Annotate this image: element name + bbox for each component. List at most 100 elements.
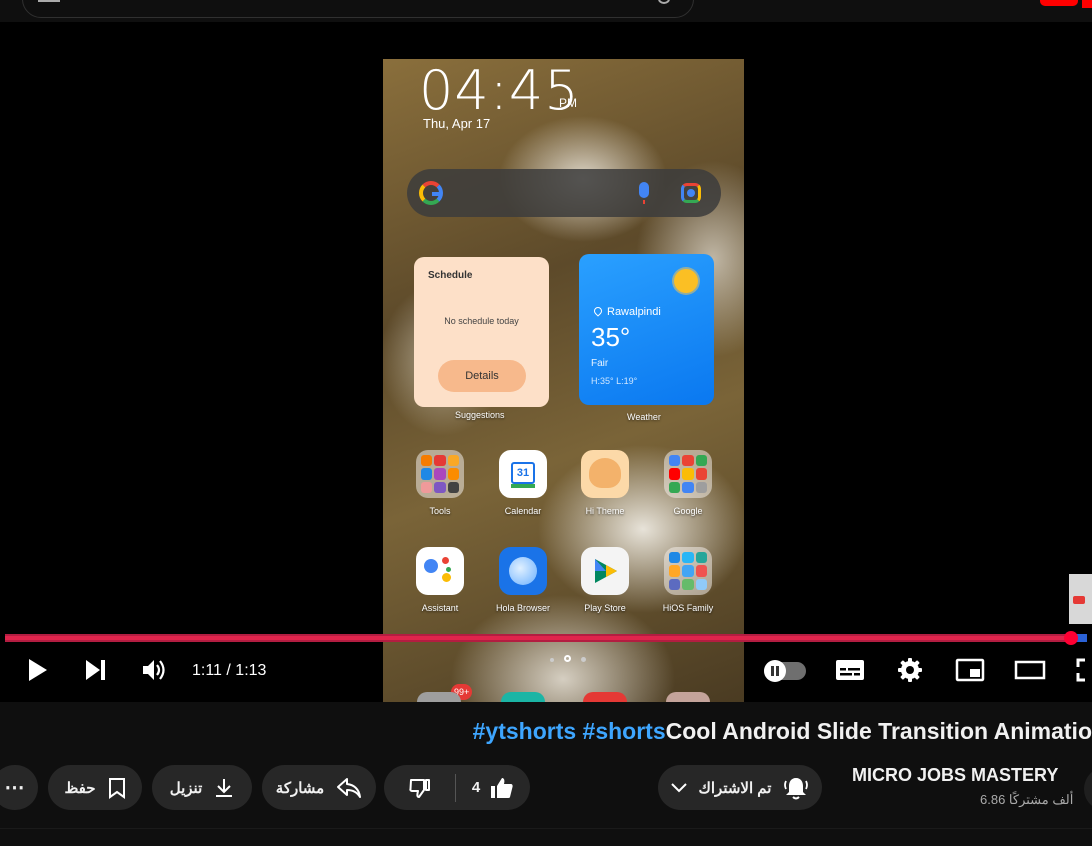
notification-bell-icon — [784, 777, 809, 799]
app-hi-theme: Hi Theme — [575, 450, 635, 516]
hashtag-link[interactable]: #ytshorts — [473, 718, 577, 744]
weather-widget: Rawalpindi 35° Fair H:35° L:19° — [579, 254, 714, 405]
weather-condition: Fair — [591, 358, 609, 369]
gear-icon — [898, 658, 922, 682]
pause-icon — [764, 660, 786, 682]
masthead — [0, 0, 1092, 22]
like-dislike-group: 4 — [384, 765, 530, 810]
weather-city: Rawalpindi — [607, 306, 661, 318]
theater-mode-icon — [1014, 660, 1046, 680]
thumbs-up-icon — [491, 777, 513, 798]
palette-icon — [581, 450, 629, 498]
google-lens-icon — [681, 183, 701, 203]
video-frame-phone-screen: 04:45 PM Thu, Apr 17 Schedule No schedul… — [383, 59, 744, 702]
settings-button[interactable] — [894, 654, 926, 686]
browser-globe-icon — [499, 547, 547, 595]
play-store-icon — [581, 547, 629, 595]
phone-clock: 04:45 — [419, 59, 580, 122]
dock-app-icon — [666, 692, 710, 702]
location-pin-icon — [592, 305, 604, 317]
app-assistant: Assistant — [410, 547, 470, 613]
video-title: #ytshorts #shortsCool Android Slide Tran… — [473, 718, 1092, 745]
save-button[interactable]: حفظ — [48, 765, 142, 810]
subscriber-count: 6.86 ألف مشتركًا — [980, 792, 1074, 807]
progress-bar[interactable] — [5, 631, 1087, 645]
hashtag-link[interactable]: #shorts — [583, 718, 666, 744]
thumbs-down-icon — [408, 778, 430, 798]
tools-folder-icon — [416, 450, 464, 498]
mic-icon — [639, 182, 649, 204]
channel-name[interactable]: MICRO JOBS MASTERY — [852, 765, 1058, 786]
chevron-down-icon — [670, 782, 687, 792]
calendar-icon: 31 — [499, 450, 547, 498]
subtitles-button[interactable] — [834, 654, 866, 686]
miniplayer-icon — [955, 658, 985, 682]
create-button[interactable] — [1040, 0, 1078, 6]
scrubber-handle[interactable] — [1063, 631, 1078, 645]
notification-badge — [1082, 0, 1092, 8]
schedule-title: Schedule — [428, 270, 473, 281]
end-screen-card[interactable] — [1069, 574, 1092, 624]
progress-played — [5, 634, 1071, 642]
theater-mode-button[interactable] — [1014, 654, 1046, 686]
fullscreen-button[interactable] — [1074, 654, 1092, 686]
app-play-store: Play Store — [575, 547, 635, 613]
schedule-empty-text: No schedule today — [444, 316, 519, 326]
app-tools: Tools — [410, 450, 470, 516]
google-folder-icon — [664, 450, 712, 498]
description-box[interactable] — [0, 828, 1092, 846]
dislike-button[interactable] — [384, 773, 456, 802]
time-display: 1:11 / 1:13 — [192, 662, 267, 679]
next-button[interactable] — [80, 654, 112, 686]
app-hola-browser: Hola Browser — [493, 547, 553, 613]
youtube-mini-icon — [1073, 596, 1085, 604]
search-box[interactable] — [22, 0, 694, 18]
hios-folder-icon — [664, 547, 712, 595]
app-google: Google — [658, 450, 718, 516]
autoplay-toggle[interactable] — [764, 660, 806, 682]
share-button[interactable]: مشاركة — [262, 765, 376, 810]
more-icon: ⋯ — [4, 777, 26, 799]
download-icon — [216, 778, 233, 797]
like-count: 4 — [471, 779, 481, 796]
miniplayer-button[interactable] — [954, 654, 986, 686]
schedule-details-button: Details — [438, 360, 526, 392]
subtitles-icon — [836, 660, 864, 680]
video-title-text: Cool Android Slide Transition Animatio — [665, 718, 1092, 744]
download-label: تنزيل — [169, 779, 203, 797]
sun-icon — [674, 269, 698, 293]
share-label: مشاركة — [275, 779, 325, 797]
play-icon — [29, 659, 47, 681]
subscribed-label: تم الاشتراك — [698, 779, 772, 797]
play-button[interactable] — [22, 654, 54, 686]
weather-caption: Weather — [627, 412, 661, 422]
skip-next-icon — [86, 660, 105, 680]
weather-temperature: 35° — [591, 322, 631, 352]
dock-app-icon — [501, 692, 545, 702]
fullscreen-icon — [1076, 658, 1085, 682]
dock-app-icon — [417, 692, 461, 702]
volume-icon — [143, 660, 165, 680]
google-search-widget — [407, 169, 721, 217]
google-logo-icon — [419, 181, 443, 205]
save-label: حفظ — [64, 779, 96, 797]
share-icon — [337, 777, 362, 798]
more-actions-button[interactable]: ⋯ — [0, 765, 38, 810]
phone-date: Thu, Apr 17 — [423, 116, 491, 131]
home-page-indicator — [545, 649, 591, 667]
bookmark-icon — [108, 777, 125, 799]
app-hios-family: HiOS Family — [658, 547, 718, 613]
avatar[interactable] — [1084, 767, 1092, 811]
phone-clock-period: PM — [559, 96, 577, 110]
video-player[interactable]: 04:45 PM Thu, Apr 17 Schedule No schedul… — [0, 22, 1092, 702]
dock-app-icon — [583, 692, 627, 702]
schedule-widget: Schedule No schedule today Details — [414, 257, 549, 407]
like-button[interactable]: 4 — [456, 777, 530, 799]
mute-button[interactable] — [138, 654, 170, 686]
weather-range: H:35° L:19° — [591, 376, 638, 386]
download-button[interactable]: تنزيل — [152, 765, 252, 810]
subscribed-button[interactable]: تم الاشتراك — [658, 765, 822, 810]
app-calendar: 31 Calendar — [493, 450, 553, 516]
assistant-icon — [416, 547, 464, 595]
suggestions-caption: Suggestions — [455, 410, 505, 420]
